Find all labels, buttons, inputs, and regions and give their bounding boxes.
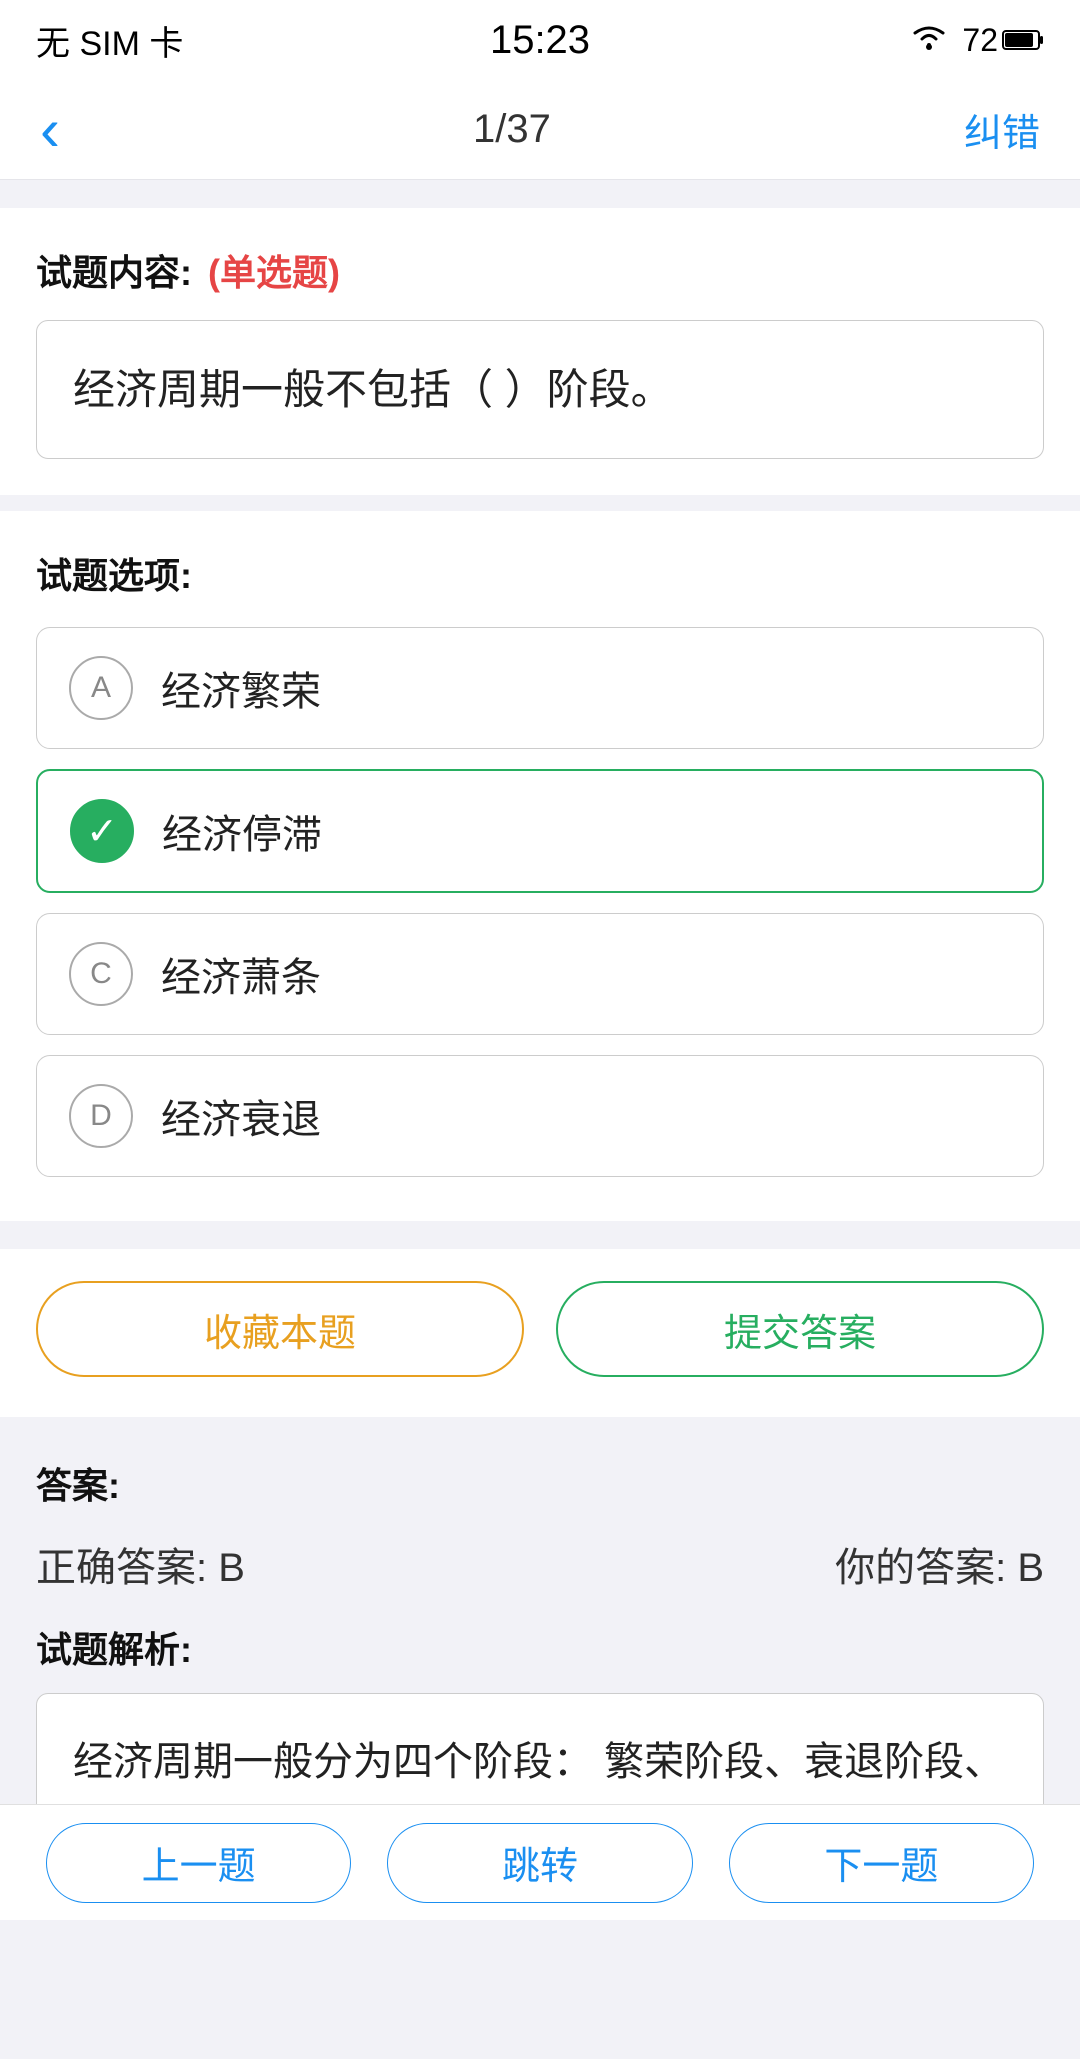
collect-button[interactable]: 收藏本题 <box>36 1281 524 1377</box>
bottom-nav: 上一题 跳转 下一题 <box>0 1804 1080 1920</box>
option-b[interactable]: ✓ 经济停滞 <box>36 769 1044 893</box>
question-section: 试题内容: (单选题) 经济周期一般不包括（ ）阶段。 <box>0 208 1080 495</box>
divider-1 <box>0 180 1080 208</box>
option-c-badge: C <box>69 942 133 1006</box>
option-b-badge: ✓ <box>70 799 134 863</box>
error-report-button[interactable]: 纠错 <box>964 102 1040 157</box>
option-c[interactable]: C 经济萧条 <box>36 913 1044 1035</box>
divider-3 <box>0 1221 1080 1249</box>
status-time: 15:23 <box>490 18 590 63</box>
answer-label: 答案: <box>36 1457 1044 1509</box>
correct-answer: 正确答案: B <box>36 1535 245 1593</box>
your-answer: 你的答案: B <box>835 1535 1044 1593</box>
option-d-badge: D <box>69 1084 133 1148</box>
question-box: 经济周期一般不包括（ ）阶段。 <box>36 320 1044 459</box>
option-c-text: 经济萧条 <box>161 945 321 1003</box>
option-d[interactable]: D 经济衰退 <box>36 1055 1044 1177</box>
answer-section: 答案: 正确答案: B 你的答案: B <box>0 1425 1080 1621</box>
option-b-text: 经济停滞 <box>162 802 322 860</box>
option-a-text: 经济繁荣 <box>161 659 321 717</box>
next-question-button[interactable]: 下一题 <box>729 1823 1034 1903</box>
options-label: 试题选项: <box>36 547 1044 599</box>
options-section: 试题选项: A 经济繁荣 ✓ 经济停滞 C 经济萧条 D 经济衰退 <box>0 511 1080 1221</box>
option-a[interactable]: A 经济繁荣 <box>36 627 1044 749</box>
battery-icon: 72 <box>962 22 1044 59</box>
jump-button[interactable]: 跳转 <box>387 1823 692 1903</box>
option-a-badge: A <box>69 656 133 720</box>
option-d-text: 经济衰退 <box>161 1087 321 1145</box>
question-section-label: 试题内容: <box>36 244 192 296</box>
status-no-sim: 无 SIM 卡 <box>36 16 183 65</box>
back-button[interactable]: ‹ <box>40 100 60 160</box>
wifi-icon <box>910 21 948 60</box>
question-type-tag: (单选题) <box>208 244 340 296</box>
action-buttons-row: 收藏本题 提交答案 <box>0 1249 1080 1417</box>
prev-question-button[interactable]: 上一题 <box>46 1823 351 1903</box>
analysis-label: 试题解析: <box>36 1621 1044 1673</box>
page-title: 1/37 <box>473 107 551 152</box>
submit-button[interactable]: 提交答案 <box>556 1281 1044 1377</box>
divider-4 <box>0 1417 1080 1425</box>
divider-2 <box>0 495 1080 511</box>
